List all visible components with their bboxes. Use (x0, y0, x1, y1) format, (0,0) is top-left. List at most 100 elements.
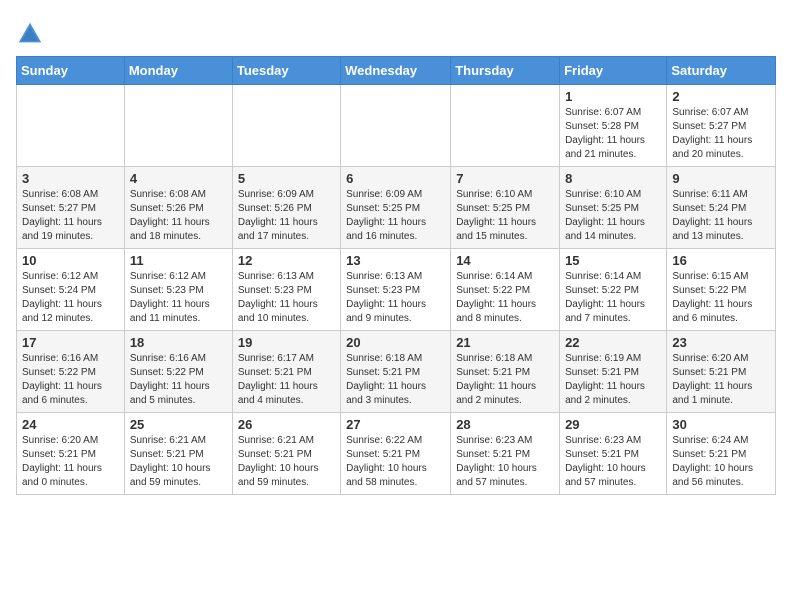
calendar-cell: 29Sunrise: 6:23 AM Sunset: 5:21 PM Dayli… (560, 413, 667, 495)
day-number: 23 (672, 335, 770, 350)
calendar-cell (17, 85, 125, 167)
calendar-week-1: 3Sunrise: 6:08 AM Sunset: 5:27 PM Daylig… (17, 167, 776, 249)
day-number: 26 (238, 417, 335, 432)
day-number: 24 (22, 417, 119, 432)
weekday-header-wednesday: Wednesday (341, 57, 451, 85)
day-number: 2 (672, 89, 770, 104)
day-number: 6 (346, 171, 445, 186)
day-info: Sunrise: 6:14 AM Sunset: 5:22 PM Dayligh… (565, 270, 661, 326)
calendar-week-3: 17Sunrise: 6:16 AM Sunset: 5:22 PM Dayli… (17, 331, 776, 413)
calendar-cell: 4 Sunrise: 6:08 AM Sunset: 5:26 PM Daylig… (124, 167, 232, 249)
calendar-cell: 15Sunrise: 6:14 AM Sunset: 5:22 PM Dayli… (560, 249, 667, 331)
calendar-cell: 6 Sunrise: 6:09 AM Sunset: 5:25 PM Daylig… (341, 167, 451, 249)
calendar-cell: 12 Sunrise: 6:13 AM Sunset: 5:23 PM Dayli… (232, 249, 340, 331)
day-number: 30 (672, 417, 770, 432)
calendar-cell: 17Sunrise: 6:16 AM Sunset: 5:22 PM Dayli… (17, 331, 125, 413)
day-info: Sunrise: 6:12 AM Sunset: 5:24 PM Dayligh… (22, 270, 119, 326)
calendar-cell: 21Sunrise: 6:18 AM Sunset: 5:21 PM Dayli… (451, 331, 560, 413)
calendar-cell: 25 Sunrise: 6:21 AM Sunset: 5:21 PM Dayli… (124, 413, 232, 495)
calendar-cell: 20 Sunrise: 6:18 AM Sunset: 5:21 PM Dayli… (341, 331, 451, 413)
calendar-cell: 30 Sunrise: 6:24 AM Sunset: 5:21 PM Dayli… (667, 413, 776, 495)
day-info: Sunrise: 6:16 AM Sunset: 5:22 PM Dayligh… (130, 352, 227, 408)
calendar-cell: 5 Sunrise: 6:09 AM Sunset: 5:26 PM Daylig… (232, 167, 340, 249)
calendar-cell: 14 Sunrise: 6:14 AM Sunset: 5:22 PM Dayli… (451, 249, 560, 331)
logo-icon (16, 20, 44, 48)
weekday-header-sunday: Sunday (17, 57, 125, 85)
calendar-cell: 26 Sunrise: 6:21 AM Sunset: 5:21 PM Dayli… (232, 413, 340, 495)
calendar-cell: 2 Sunrise: 6:07 AM Sunset: 5:27 PM Daylig… (667, 85, 776, 167)
calendar-cell: 8 Sunrise: 6:10 AM Sunset: 5:25 PM Daylig… (560, 167, 667, 249)
calendar-cell: 27Sunrise: 6:22 AM Sunset: 5:21 PM Dayli… (341, 413, 451, 495)
day-number: 9 (672, 171, 770, 186)
day-info: Sunrise: 6:11 AM Sunset: 5:24 PM Dayligh… (672, 188, 770, 244)
day-number: 20 (346, 335, 445, 350)
day-number: 3 (22, 171, 119, 186)
day-info: Sunrise: 6:10 AM Sunset: 5:25 PM Dayligh… (565, 188, 661, 244)
day-number: 29 (565, 417, 661, 432)
day-info: Sunrise: 6:21 AM Sunset: 5:21 PM Dayligh… (130, 434, 227, 490)
day-number: 4 (130, 171, 227, 186)
day-info: Sunrise: 6:18 AM Sunset: 5:21 PM Dayligh… (346, 352, 445, 408)
calendar-cell: 28 Sunrise: 6:23 AM Sunset: 5:21 PM Dayli… (451, 413, 560, 495)
calendar-cell: 24 Sunrise: 6:20 AM Sunset: 5:21 PM Dayli… (17, 413, 125, 495)
day-info: Sunrise: 6:10 AM Sunset: 5:25 PM Dayligh… (456, 188, 554, 244)
weekday-header-friday: Friday (560, 57, 667, 85)
calendar-table: SundayMondayTuesdayWednesdayThursdayFrid… (16, 56, 776, 495)
day-info: Sunrise: 6:19 AM Sunset: 5:21 PM Dayligh… (565, 352, 661, 408)
calendar-cell: 3Sunrise: 6:08 AM Sunset: 5:27 PM Daylig… (17, 167, 125, 249)
logo (16, 20, 48, 48)
day-info: Sunrise: 6:21 AM Sunset: 5:21 PM Dayligh… (238, 434, 335, 490)
page-header (16, 16, 776, 48)
day-number: 8 (565, 171, 661, 186)
calendar-body: 1Sunrise: 6:07 AM Sunset: 5:28 PM Daylig… (17, 85, 776, 495)
day-info: Sunrise: 6:09 AM Sunset: 5:26 PM Dayligh… (238, 188, 335, 244)
weekday-header-tuesday: Tuesday (232, 57, 340, 85)
calendar-cell (124, 85, 232, 167)
day-info: Sunrise: 6:20 AM Sunset: 5:21 PM Dayligh… (22, 434, 119, 490)
calendar-week-2: 10 Sunrise: 6:12 AM Sunset: 5:24 PM Dayli… (17, 249, 776, 331)
calendar-cell: 9 Sunrise: 6:11 AM Sunset: 5:24 PM Daylig… (667, 167, 776, 249)
calendar-cell: 13 Sunrise: 6:13 AM Sunset: 5:23 PM Dayli… (341, 249, 451, 331)
day-info: Sunrise: 6:15 AM Sunset: 5:22 PM Dayligh… (672, 270, 770, 326)
day-info: Sunrise: 6:14 AM Sunset: 5:22 PM Dayligh… (456, 270, 554, 326)
day-info: Sunrise: 6:22 AM Sunset: 5:21 PM Dayligh… (346, 434, 445, 490)
day-info: Sunrise: 6:16 AM Sunset: 5:22 PM Dayligh… (22, 352, 119, 408)
day-number: 5 (238, 171, 335, 186)
calendar-cell (451, 85, 560, 167)
day-info: Sunrise: 6:08 AM Sunset: 5:26 PM Dayligh… (130, 188, 227, 244)
day-number: 7 (456, 171, 554, 186)
day-info: Sunrise: 6:13 AM Sunset: 5:23 PM Dayligh… (238, 270, 335, 326)
calendar-cell (341, 85, 451, 167)
day-number: 14 (456, 253, 554, 268)
weekday-header-thursday: Thursday (451, 57, 560, 85)
day-number: 16 (672, 253, 770, 268)
day-number: 12 (238, 253, 335, 268)
day-number: 19 (238, 335, 335, 350)
calendar-header-row: SundayMondayTuesdayWednesdayThursdayFrid… (17, 57, 776, 85)
day-number: 13 (346, 253, 445, 268)
calendar-cell: 22 Sunrise: 6:19 AM Sunset: 5:21 PM Dayli… (560, 331, 667, 413)
calendar-cell: 11Sunrise: 6:12 AM Sunset: 5:23 PM Dayli… (124, 249, 232, 331)
day-info: Sunrise: 6:07 AM Sunset: 5:28 PM Dayligh… (565, 106, 661, 162)
calendar-cell: 18Sunrise: 6:16 AM Sunset: 5:22 PM Dayli… (124, 331, 232, 413)
day-info: Sunrise: 6:20 AM Sunset: 5:21 PM Dayligh… (672, 352, 770, 408)
day-number: 21 (456, 335, 554, 350)
day-info: Sunrise: 6:13 AM Sunset: 5:23 PM Dayligh… (346, 270, 445, 326)
calendar-week-4: 24 Sunrise: 6:20 AM Sunset: 5:21 PM Dayli… (17, 413, 776, 495)
calendar-cell: 19 Sunrise: 6:17 AM Sunset: 5:21 PM Dayli… (232, 331, 340, 413)
day-info: Sunrise: 6:24 AM Sunset: 5:21 PM Dayligh… (672, 434, 770, 490)
calendar-cell: 1Sunrise: 6:07 AM Sunset: 5:28 PM Daylig… (560, 85, 667, 167)
calendar-cell (232, 85, 340, 167)
day-info: Sunrise: 6:09 AM Sunset: 5:25 PM Dayligh… (346, 188, 445, 244)
calendar-week-0: 1Sunrise: 6:07 AM Sunset: 5:28 PM Daylig… (17, 85, 776, 167)
weekday-header-saturday: Saturday (667, 57, 776, 85)
day-number: 10 (22, 253, 119, 268)
day-info: Sunrise: 6:17 AM Sunset: 5:21 PM Dayligh… (238, 352, 335, 408)
day-info: Sunrise: 6:23 AM Sunset: 5:21 PM Dayligh… (456, 434, 554, 490)
day-info: Sunrise: 6:12 AM Sunset: 5:23 PM Dayligh… (130, 270, 227, 326)
day-number: 22 (565, 335, 661, 350)
day-number: 28 (456, 417, 554, 432)
calendar-cell: 10 Sunrise: 6:12 AM Sunset: 5:24 PM Dayli… (17, 249, 125, 331)
day-info: Sunrise: 6:07 AM Sunset: 5:27 PM Dayligh… (672, 106, 770, 162)
day-number: 25 (130, 417, 227, 432)
